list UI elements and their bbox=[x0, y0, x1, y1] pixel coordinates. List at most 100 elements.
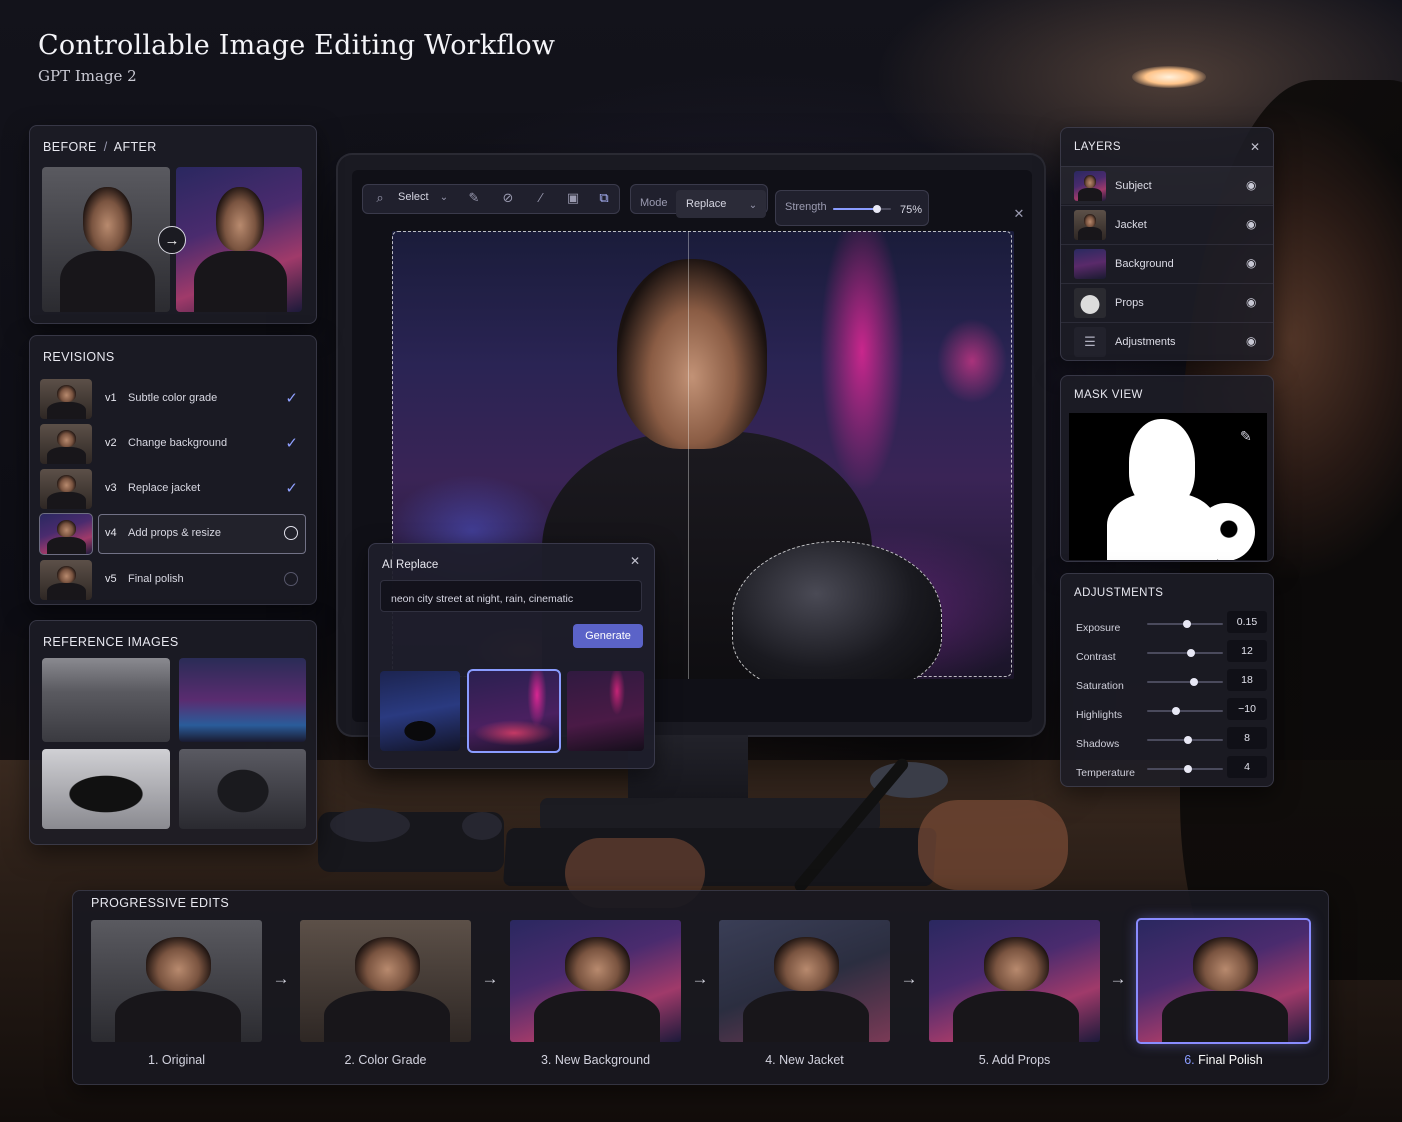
mode-label: Mode bbox=[640, 197, 668, 209]
layer-item-subject[interactable]: Subject ◉ bbox=[1061, 166, 1273, 204]
close-icon[interactable]: ✕ bbox=[630, 554, 640, 568]
arrow-right-icon: → bbox=[900, 969, 918, 988]
adjustment-slider-knob[interactable] bbox=[1184, 765, 1193, 773]
mask-preview[interactable] bbox=[1069, 413, 1267, 560]
monitor-stand-base bbox=[540, 798, 880, 832]
revision-item-v1[interactable]: v1 Subtle color grade ✓ bbox=[40, 379, 306, 419]
close-icon[interactable]: ✕ bbox=[1011, 206, 1027, 222]
helmet-prop bbox=[732, 541, 942, 679]
strength-value: 75% bbox=[900, 204, 923, 216]
pencil-icon[interactable]: ✎ bbox=[1240, 428, 1252, 445]
progressive-step-3[interactable] bbox=[510, 920, 681, 1042]
strength-slider-fill bbox=[833, 208, 877, 210]
revision-thumbnail bbox=[40, 469, 92, 509]
progressive-step-4[interactable] bbox=[719, 920, 890, 1042]
adjustment-slider-knob[interactable] bbox=[1190, 678, 1199, 686]
after-image[interactable] bbox=[176, 167, 302, 312]
step-name: Add Props bbox=[991, 1053, 1051, 1067]
adjustment-saturation[interactable]: Saturation 18 bbox=[1061, 669, 1273, 700]
mask-helmet bbox=[1197, 503, 1255, 560]
progressive-step-6[interactable] bbox=[1136, 918, 1311, 1044]
generate-button[interactable]: Generate bbox=[573, 624, 643, 648]
radio-circle-icon[interactable] bbox=[284, 526, 298, 540]
control-dial bbox=[330, 808, 410, 842]
adjustment-value[interactable]: 18 bbox=[1227, 669, 1267, 691]
adjustments-title: ADJUSTMENTS bbox=[1074, 587, 1164, 599]
chevron-down-icon[interactable]: ⌄ bbox=[745, 198, 761, 214]
revisions-title: REVISIONS bbox=[43, 350, 115, 364]
eye-icon[interactable]: ◉ bbox=[1246, 217, 1259, 231]
adjustment-value[interactable]: −10 bbox=[1227, 698, 1267, 720]
revision-item-v3[interactable]: v3 Replace jacket ✓ bbox=[40, 469, 306, 509]
mode-value[interactable]: Replace bbox=[686, 198, 726, 210]
crop-select-icon[interactable]: ⧉ bbox=[596, 190, 612, 206]
eraser-icon[interactable]: ⁄ bbox=[533, 190, 549, 206]
motorcycle-photo[interactable] bbox=[42, 749, 170, 829]
adjustment-label: Highlights bbox=[1076, 709, 1123, 721]
eye-icon[interactable]: ◉ bbox=[1246, 295, 1259, 309]
revision-thumbnail bbox=[40, 560, 92, 600]
ai-prompt-input[interactable]: neon city street at night, rain, cinemat… bbox=[380, 580, 642, 612]
revision-item-v2[interactable]: v2 Change background ✓ bbox=[40, 424, 306, 464]
adjustment-slider-knob[interactable] bbox=[1184, 736, 1193, 744]
progressive-step-2[interactable] bbox=[300, 920, 471, 1042]
search-icon[interactable]: ⌕ bbox=[372, 190, 388, 206]
adjustment-value[interactable]: 4 bbox=[1227, 756, 1267, 778]
brush-icon[interactable]: ✎ bbox=[466, 190, 482, 206]
adjustment-contrast[interactable]: Contrast 12 bbox=[1061, 640, 1273, 671]
city-street-photo[interactable] bbox=[42, 658, 170, 742]
page-title: Controllable Image Editing Workflow bbox=[38, 30, 556, 61]
revision-item-v5[interactable]: v5 Final polish bbox=[40, 560, 306, 600]
layer-item-props[interactable]: Props ◉ bbox=[1061, 283, 1273, 321]
progressive-step-5[interactable] bbox=[929, 920, 1100, 1042]
layer-item-background[interactable]: Background ◉ bbox=[1061, 244, 1273, 282]
adjustment-slider[interactable] bbox=[1147, 710, 1223, 712]
adjustment-value[interactable]: 12 bbox=[1227, 640, 1267, 662]
adjustment-slider[interactable] bbox=[1147, 681, 1223, 683]
revision-label: Change background bbox=[128, 437, 228, 449]
select-tool-label[interactable]: Select bbox=[398, 191, 429, 203]
mask-view-title: MASK VIEW bbox=[1074, 389, 1143, 401]
radio-circle-icon[interactable] bbox=[284, 572, 298, 586]
eye-icon[interactable]: ◉ bbox=[1246, 178, 1259, 192]
adjustment-value[interactable]: 0.15 bbox=[1227, 611, 1267, 633]
adjustment-slider[interactable] bbox=[1147, 652, 1223, 654]
revision-label: Add props & resize bbox=[128, 527, 221, 539]
adjustment-shadows[interactable]: Shadows 8 bbox=[1061, 727, 1273, 758]
neon-street-photo[interactable] bbox=[179, 658, 306, 742]
adjustment-temperature[interactable]: Temperature 4 bbox=[1061, 756, 1273, 787]
generated-option-2[interactable] bbox=[467, 669, 561, 753]
adjustment-value[interactable]: 8 bbox=[1227, 727, 1267, 749]
control-dial-small bbox=[462, 812, 502, 840]
adjustment-label: Contrast bbox=[1076, 651, 1116, 663]
checkmark-icon: ✓ bbox=[285, 435, 298, 452]
revision-version: v2 bbox=[105, 437, 117, 449]
revision-label: Subtle color grade bbox=[128, 392, 218, 404]
layer-item-jacket[interactable]: Jacket ◉ bbox=[1061, 205, 1273, 243]
layer-item-adjustments[interactable]: ☰ Adjustments ◉ bbox=[1061, 322, 1273, 360]
mask-icon[interactable]: ▣ bbox=[565, 190, 581, 206]
step-name: Final Polish bbox=[1198, 1053, 1263, 1067]
strength-slider-knob[interactable] bbox=[872, 205, 881, 213]
adjustment-slider-knob[interactable] bbox=[1187, 649, 1196, 657]
generated-option-3[interactable] bbox=[567, 671, 644, 751]
layer-name: Props bbox=[1115, 297, 1144, 309]
chevron-down-icon[interactable]: ⌄ bbox=[436, 190, 452, 206]
before-image[interactable] bbox=[42, 167, 170, 312]
adjustment-slider-knob[interactable] bbox=[1182, 620, 1191, 628]
layer-name: Background bbox=[1115, 258, 1174, 270]
lasso-icon[interactable]: ⊘ bbox=[500, 190, 516, 206]
eye-icon[interactable]: ◉ bbox=[1246, 256, 1259, 270]
adjustment-highlights[interactable]: Highlights −10 bbox=[1061, 698, 1273, 729]
adjustment-exposure[interactable]: Exposure 0.15 bbox=[1061, 611, 1273, 642]
adjustment-slider-knob[interactable] bbox=[1171, 707, 1180, 715]
close-icon[interactable]: ✕ bbox=[1250, 140, 1260, 154]
progressive-step-1[interactable] bbox=[91, 920, 262, 1042]
revision-item-v4[interactable]: v4 Add props & resize bbox=[39, 513, 306, 555]
eye-icon[interactable]: ◉ bbox=[1246, 334, 1259, 348]
generated-option-1[interactable] bbox=[380, 671, 460, 751]
helmet-photo[interactable] bbox=[179, 749, 306, 829]
ai-prompt-text[interactable]: neon city street at night, rain, cinemat… bbox=[391, 593, 573, 605]
layer-thumbnail bbox=[1074, 249, 1106, 279]
checkmark-icon: ✓ bbox=[285, 390, 298, 407]
